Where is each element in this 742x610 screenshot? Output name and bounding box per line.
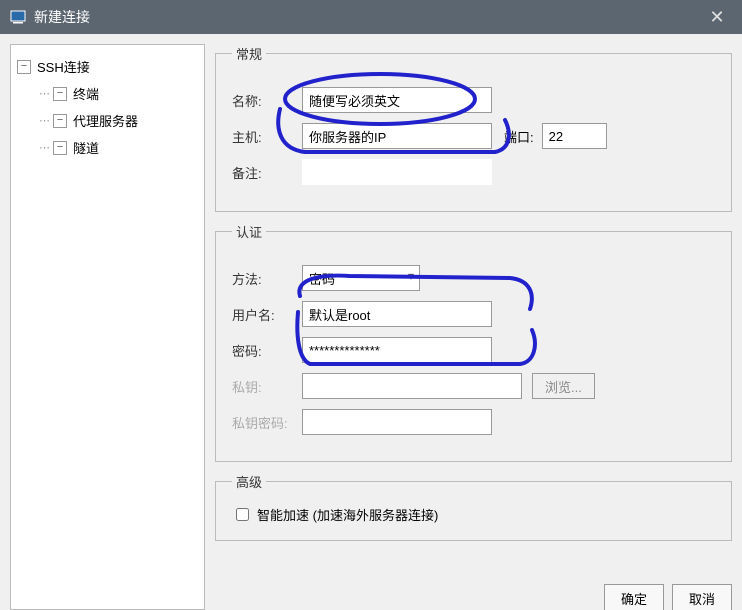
smart-accel-checkbox[interactable] [236, 508, 249, 521]
window-title: 新建连接 [34, 7, 702, 27]
username-input[interactable] [302, 301, 492, 327]
collapse-icon: − [17, 60, 31, 74]
name-input[interactable] [302, 87, 492, 113]
remarks-input[interactable] [302, 159, 492, 185]
method-select-wrap [302, 265, 420, 291]
collapse-icon: − [53, 114, 67, 128]
host-label: 主机: [232, 127, 302, 146]
privkey-label: 私钥: [232, 377, 302, 396]
smart-accel-option[interactable]: 智能加速 (加速海外服务器连接) [232, 505, 715, 524]
port-label: 端口: [504, 127, 534, 146]
cancel-button[interactable]: 取消 [672, 584, 732, 610]
group-advanced: 高级 智能加速 (加速海外服务器连接) [215, 472, 732, 541]
host-input[interactable] [302, 123, 492, 149]
collapse-icon: − [53, 87, 67, 101]
collapse-icon: − [53, 141, 67, 155]
tree-branch-icon: ⋯ [39, 114, 49, 127]
tree-item-tunnel[interactable]: ⋯ − 隧道 [17, 134, 198, 161]
username-label: 用户名: [232, 305, 302, 324]
tree-branch-icon: ⋯ [39, 87, 49, 100]
app-icon [10, 10, 26, 24]
tree-root-ssh[interactable]: − SSH连接 [17, 53, 198, 80]
smart-accel-label: 智能加速 (加速海外服务器连接) [257, 505, 438, 524]
tree-item-proxy[interactable]: ⋯ − 代理服务器 [17, 107, 198, 134]
method-label: 方法: [232, 269, 302, 288]
name-label: 名称: [232, 91, 302, 110]
privkey-pass-input [302, 409, 492, 435]
dialog-buttons: 确定 取消 [604, 584, 732, 610]
content-area: 常规 名称: 主机: 端口: 备注: 认证 [215, 44, 732, 610]
group-auth-legend: 认证 [232, 222, 266, 241]
titlebar: 新建连接 ✕ [0, 0, 742, 34]
group-general: 常规 名称: 主机: 端口: 备注: [215, 44, 732, 212]
dialog-window: 新建连接 ✕ − SSH连接 ⋯ − 终端 ⋯ − 代理服务器 ⋯ − 隧道 [0, 0, 742, 610]
group-advanced-legend: 高级 [232, 472, 266, 491]
method-select[interactable] [302, 265, 420, 291]
group-general-legend: 常规 [232, 44, 266, 63]
sidebar-tree: − SSH连接 ⋯ − 终端 ⋯ − 代理服务器 ⋯ − 隧道 [10, 44, 205, 610]
tree-item-label: 代理服务器 [73, 111, 138, 130]
password-input[interactable] [302, 337, 492, 363]
tree-item-label: 终端 [73, 84, 99, 103]
privkey-input [302, 373, 522, 399]
password-label: 密码: [232, 341, 302, 360]
tree-item-label: 隧道 [73, 138, 99, 157]
privkey-pass-label: 私钥密码: [232, 413, 302, 432]
group-auth: 认证 方法: 用户名: 密码: 私钥: [215, 222, 732, 462]
ok-button[interactable]: 确定 [604, 584, 664, 610]
tree-branch-icon: ⋯ [39, 141, 49, 154]
close-button[interactable]: ✕ [702, 7, 732, 28]
dialog-body: − SSH连接 ⋯ − 终端 ⋯ − 代理服务器 ⋯ − 隧道 常规 [0, 34, 742, 610]
tree-root-label: SSH连接 [37, 57, 90, 76]
remarks-label: 备注: [232, 163, 302, 182]
tree-item-terminal[interactable]: ⋯ − 终端 [17, 80, 198, 107]
browse-button: 浏览... [532, 373, 595, 399]
port-input[interactable] [542, 123, 607, 149]
